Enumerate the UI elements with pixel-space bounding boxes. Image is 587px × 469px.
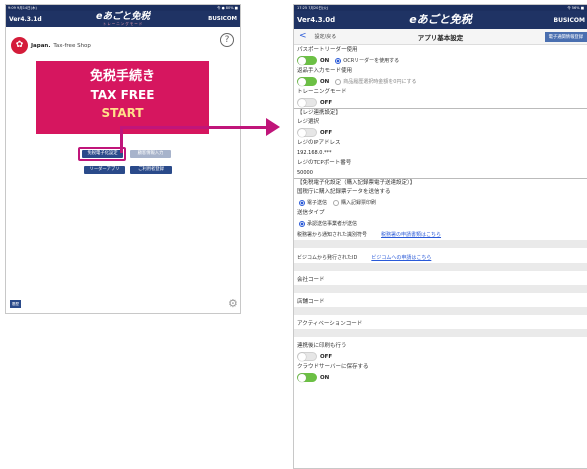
register-select-row: OFF — [294, 127, 587, 138]
reader-app-button[interactable]: リーダーアプリ — [84, 166, 125, 174]
store-code-field[interactable] — [294, 307, 587, 315]
logo-title: eあごと免税 — [96, 11, 150, 22]
training-mode-label: トレーニングモード — [297, 89, 347, 95]
tax-office-id-row: 税務署から通知された識別符号 税務署の申請書類はこちら — [294, 229, 587, 240]
cloud-save-state: ON — [320, 374, 330, 381]
register-select-label: レジ選択 — [297, 119, 320, 125]
busicom-label: BUSICOM — [208, 16, 237, 22]
return-mode-label: 返品手入力モード使用 — [297, 68, 353, 74]
print-after-state: OFF — [320, 353, 333, 360]
passport-reader-label: パスポートリーダー使用 — [297, 47, 358, 53]
highlight-box — [78, 147, 126, 161]
tcp-port-label: レジのTCPポート番号 — [297, 160, 352, 166]
ip-address-field[interactable]: 192.168.0.*** — [294, 148, 587, 158]
history-button[interactable]: 履歴 — [10, 300, 21, 308]
print-after-toggle[interactable] — [297, 352, 317, 361]
training-mode-toggle[interactable] — [297, 98, 317, 107]
send-method-row: 電子送信 購入記録票印刷 — [294, 197, 587, 208]
customer-info-button[interactable]: 顧客情報入力 — [130, 150, 171, 158]
return-mode-state: ON — [320, 78, 330, 85]
banner-line-2: TAX FREE — [90, 88, 155, 102]
banner-line-1: 免税手続き — [89, 69, 155, 84]
print-record-label: 購入記録票印刷 — [341, 200, 377, 206]
callout-arrow-shaft — [120, 126, 268, 129]
busicom-id-row: ビジコムから発行されたID ビジコムへの申請はこちら — [294, 252, 587, 263]
approved-sender-label: 承認送信事業者が送信 — [307, 221, 358, 227]
register-select-toggle[interactable] — [297, 128, 317, 137]
register-select-state: OFF — [320, 129, 333, 136]
ocr-checkbox[interactable] — [335, 57, 342, 64]
send-data-label: 国税庁に購入記録票データを送信する — [297, 189, 391, 195]
training-mode-row: OFF — [294, 97, 587, 108]
return-mode-toggle[interactable] — [297, 77, 317, 86]
etax-section-header: 【免税電子化設定（購入記録票電子送達設定）】 — [294, 178, 587, 187]
training-mode-label: トレーニングモード — [102, 22, 144, 26]
print-after-label: 連携後に印刷も行う — [297, 343, 347, 349]
electronic-send-radio[interactable] — [299, 199, 305, 206]
send-type-label: 送信タイプ — [297, 210, 325, 216]
settings-form: パスポートリーダー使用 ON OCRリーダーを使用する 返品手入力モード使用 O… — [294, 45, 587, 383]
print-record-radio[interactable] — [333, 199, 340, 206]
ip-address-label: レジのIPアドレス — [297, 140, 341, 146]
app-header: Ver4.3.1d eあごと免税 トレーニングモード BUSICOM — [6, 11, 240, 27]
company-code-field[interactable] — [294, 285, 587, 293]
send-type-row: 承認送信事業者が送信 — [294, 218, 587, 229]
version-label: Ver4.3.1d — [9, 15, 42, 23]
settings-screen-tablet: 17:25 7月20日(火) 令 56% ■ Ver4.3.0d eあごと免税 … — [293, 4, 587, 469]
logo-title: eあごと免税 — [409, 13, 472, 26]
print-after-row: OFF — [294, 351, 587, 362]
zero-price-label: 商品履歴選択時金額を0円にする — [343, 79, 417, 85]
gear-icon[interactable]: ⚙ — [228, 298, 238, 309]
tax-office-id-label: 税務署から通知された識別符号 — [297, 232, 368, 238]
passport-reader-toggle[interactable] — [297, 56, 317, 65]
version-label: Ver4.3.0d — [297, 16, 336, 24]
user-registration-button[interactable]: ご利用者登録 — [130, 166, 172, 174]
tcp-port-field[interactable]: 50000 — [294, 168, 587, 178]
cloud-save-toggle[interactable] — [297, 373, 317, 382]
company-code-label: 会社コード — [297, 277, 325, 283]
tax-free-start-button[interactable]: 免税手続き TAX FREE START — [36, 61, 209, 134]
store-code-label: 店舗コード — [297, 299, 325, 305]
electronic-send-label: 電子送信 — [307, 200, 328, 206]
page-title: アプリ基本設定 — [417, 33, 464, 42]
activation-code-field[interactable] — [294, 329, 587, 337]
busicom-application-link[interactable]: ビジコムへの申請はこちら — [371, 254, 431, 261]
tax-office-id-field[interactable] — [294, 240, 587, 248]
passport-reader-row: ON OCRリーダーを使用する — [294, 55, 587, 66]
japan-taxfree-brand: ✿ Japan. Tax-free Shop — [11, 37, 91, 54]
sakura-logo-icon: ✿ — [11, 37, 28, 54]
cloud-save-row: ON — [294, 372, 587, 383]
brand-japan: Japan. — [31, 42, 51, 49]
brand-taxfree-shop: Tax-free Shop — [53, 42, 91, 49]
ocr-label: OCRリーダーを使用する — [343, 58, 400, 64]
busicom-id-label: ビジコムから発行されたID — [297, 255, 358, 261]
activation-code-label: アクティベーションコード — [297, 321, 363, 327]
back-button[interactable]: 設定/戻る — [315, 33, 337, 40]
busicom-id-field[interactable] — [294, 263, 587, 271]
tax-office-application-link[interactable]: 税務署の申請書類はこちら — [381, 231, 441, 238]
return-mode-row: ON 商品履歴選択時金額を0円にする — [294, 76, 587, 87]
home-screen-tablet: 9:09 9月14日(木) 令 ● 80% ■ Ver4.3.1d eあごと免税… — [5, 4, 241, 314]
nav-bar: < 設定/戻る アプリ基本設定 電子通関情報登録 — [294, 29, 587, 45]
zero-price-checkbox[interactable] — [335, 78, 342, 85]
cloud-save-label: クラウドサーバーに保存する — [297, 364, 369, 370]
callout-arrow-head — [266, 118, 280, 136]
callout-arrow-stem — [120, 126, 123, 153]
passport-reader-state: ON — [320, 57, 330, 64]
app-header: Ver4.3.0d eあごと免税 BUSICOM — [294, 11, 587, 29]
busicom-label: BUSICOM — [553, 16, 585, 24]
e-register-button[interactable]: 電子通関情報登録 — [544, 32, 587, 42]
training-mode-state: OFF — [320, 99, 333, 106]
register-section-header: 【レジ連携設定】 — [294, 108, 587, 117]
app-logo: eあごと免税 トレーニングモード — [73, 11, 173, 26]
approved-sender-radio[interactable] — [299, 220, 305, 227]
banner-line-3: START — [101, 106, 144, 120]
chevron-left-icon[interactable]: < — [299, 32, 307, 41]
help-icon[interactable]: ? — [220, 33, 234, 47]
